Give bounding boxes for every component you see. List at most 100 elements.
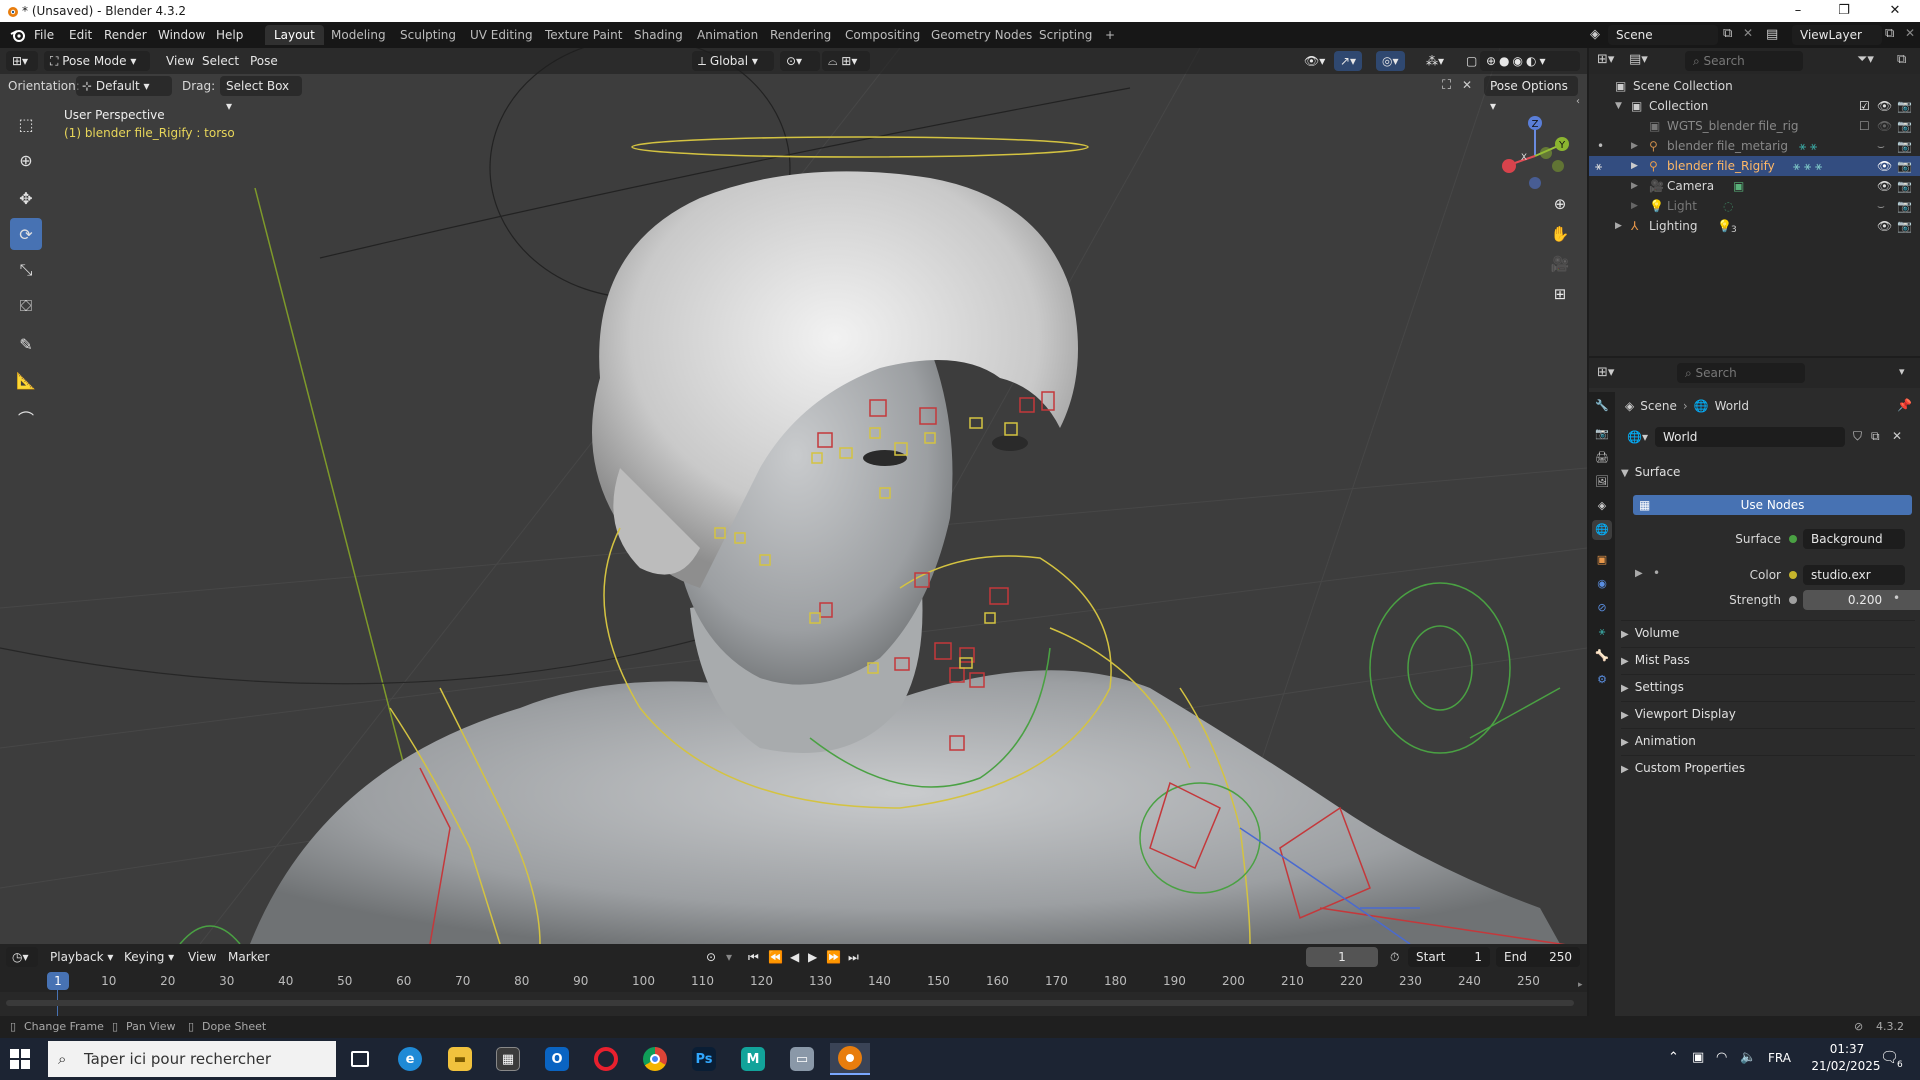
current-frame-field[interactable]: 1 bbox=[1306, 947, 1378, 967]
color-expand-chevron-icon[interactable]: ▶ bbox=[1635, 568, 1643, 579]
show-hidden-icons-chevron-icon[interactable]: ⌃ bbox=[1668, 1050, 1679, 1065]
outliner-row-lighting[interactable]: ▶ ⅄ Lighting 💡 3 👁 📷 bbox=[1589, 216, 1920, 236]
end-frame-field[interactable]: End 250 bbox=[1496, 947, 1580, 967]
expand-chevron-icon[interactable]: ▶ bbox=[1631, 196, 1638, 216]
blender-menu-icon[interactable] bbox=[10, 28, 26, 42]
render-camera-icon[interactable]: 📷 bbox=[1897, 116, 1912, 136]
properties-editor-type-icon[interactable]: ⊞▾ bbox=[1597, 365, 1614, 380]
relax-pose-icon[interactable]: ⌒ bbox=[10, 402, 42, 434]
menu-window[interactable]: Window bbox=[158, 28, 205, 42]
editor-type-icon[interactable]: ⊞▾ bbox=[6, 51, 38, 71]
visibility-icon[interactable]: 👁▾ bbox=[1298, 51, 1331, 71]
tab-layout[interactable]: Layout bbox=[265, 25, 324, 45]
gizmo-x-axis[interactable] bbox=[1502, 159, 1516, 173]
add-workspace-button[interactable]: + bbox=[1096, 25, 1124, 45]
color-texture-field[interactable]: studio.exr bbox=[1803, 565, 1905, 585]
menu-edit[interactable]: Edit bbox=[69, 28, 92, 42]
close-window-button[interactable]: ✕ bbox=[1872, 0, 1918, 22]
timeline-view-menu[interactable]: View bbox=[182, 947, 222, 967]
tab-sculpting[interactable]: Sculpting bbox=[391, 25, 465, 45]
transform-icon[interactable]: ⛋ bbox=[10, 290, 42, 322]
tab-uv-editing[interactable]: UV Editing bbox=[461, 25, 542, 45]
select-box-icon[interactable]: ⬚ bbox=[10, 108, 42, 140]
pose-mode-indicator-icon[interactable]: ⚹ bbox=[1595, 156, 1602, 176]
outliner-row-light[interactable]: ▶ 💡 Light ◌ ⌣ 📷 bbox=[1589, 196, 1920, 216]
drag-dropdown[interactable]: Select Box ▾ bbox=[220, 76, 302, 113]
object-tab-icon[interactable]: ▣ bbox=[1592, 550, 1612, 570]
outliner-row-camera[interactable]: ▶ 🎥 Camera ▣ 👁 📷 bbox=[1589, 176, 1920, 196]
world-name-field[interactable]: World bbox=[1655, 427, 1845, 447]
gizmo-toggle-icon[interactable]: ↗▾ bbox=[1334, 51, 1363, 71]
pose-options-dropdown[interactable]: Pose Options ▾ bbox=[1484, 76, 1578, 113]
expand-chevron-icon[interactable]: ▶ bbox=[1615, 216, 1622, 236]
volume-icon[interactable]: 🔈 bbox=[1740, 1050, 1756, 1065]
eye-icon[interactable]: 👁 bbox=[1877, 116, 1892, 136]
restore-button[interactable]: ❐ bbox=[1821, 0, 1867, 22]
collapse-sidebar-icon[interactable]: ‹ bbox=[1576, 96, 1580, 107]
app-window-icon[interactable]: ▭ bbox=[782, 1043, 822, 1075]
scene-selector[interactable]: Scene bbox=[1608, 25, 1718, 45]
hidden-eye-icon[interactable]: ⌣ bbox=[1877, 196, 1885, 216]
transform-affect-icon[interactable]: ⛶ bbox=[1442, 78, 1451, 93]
surface-shader-field[interactable]: Background bbox=[1803, 529, 1905, 549]
windows-start-icon[interactable] bbox=[10, 1049, 30, 1072]
keying-options-icon[interactable]: ▾ bbox=[720, 947, 738, 967]
outliner-row-metarig[interactable]: • ▶ ⚲ blender file_metarig ⚹ ⚹ ⌣ 📷 bbox=[1589, 136, 1920, 156]
expand-chevron-icon[interactable]: ▶ bbox=[1631, 156, 1638, 176]
rotate-icon[interactable]: ⟳ bbox=[10, 218, 42, 250]
marker-menu[interactable]: Marker bbox=[222, 947, 275, 967]
strength-field[interactable]: 0.200 bbox=[1803, 590, 1920, 610]
outlook-icon[interactable]: O bbox=[537, 1043, 577, 1075]
menu-view[interactable]: View bbox=[160, 51, 200, 71]
object-data-tab-icon[interactable]: ⚹ bbox=[1592, 622, 1612, 642]
edge-browser-icon[interactable]: e bbox=[390, 1043, 430, 1075]
view-layer-selector[interactable]: ViewLayer bbox=[1792, 25, 1882, 45]
volume-panel-header[interactable]: ▶ Volume bbox=[1621, 620, 1915, 644]
outliner-row-scene-collection[interactable]: ▣ Scene Collection bbox=[1589, 76, 1920, 96]
keying-menu[interactable]: Keying ▾ bbox=[118, 947, 180, 967]
tool-tab-icon[interactable]: 🔧 bbox=[1592, 396, 1612, 416]
orientation-dropdown[interactable]: ⊹ Default ▾ bbox=[76, 76, 172, 96]
surface-panel-header[interactable]: ▼ Surface bbox=[1621, 460, 1915, 484]
perspective-toggle-icon[interactable]: ⊞ bbox=[1546, 280, 1574, 308]
task-view-icon[interactable] bbox=[340, 1043, 380, 1075]
expand-chevron-icon[interactable]: ▶ bbox=[1631, 136, 1638, 156]
jump-end-icon[interactable]: ⏭ bbox=[842, 947, 865, 967]
delete-view-layer-icon[interactable]: ✕ bbox=[1905, 26, 1915, 40]
overlays-toggle-icon[interactable]: ◎▾ bbox=[1376, 51, 1405, 71]
render-camera-icon[interactable]: 📷 bbox=[1897, 196, 1912, 216]
new-collection-icon[interactable]: ⧉ bbox=[1897, 52, 1906, 67]
bone-tab-icon[interactable]: 🦴 bbox=[1592, 646, 1612, 666]
scroll-right-icon[interactable]: ▸ bbox=[1578, 980, 1583, 990]
chrome-browser-icon[interactable] bbox=[635, 1043, 675, 1075]
animation-panel-header[interactable]: ▶ Animation bbox=[1621, 728, 1915, 752]
eye-icon[interactable]: 👁 bbox=[1877, 96, 1892, 116]
render-camera-icon[interactable]: 📷 bbox=[1897, 136, 1912, 156]
preview-range-clock-icon[interactable]: ⏱ bbox=[1384, 947, 1405, 967]
tab-animation[interactable]: Animation bbox=[688, 25, 767, 45]
duplicate-world-icon[interactable]: ⧉ bbox=[1871, 429, 1880, 444]
physics-tab-icon[interactable]: ◉ bbox=[1592, 574, 1612, 594]
eye-icon[interactable]: 👁 bbox=[1877, 156, 1892, 176]
view-layer-tab-icon[interactable]: 🖼 bbox=[1592, 472, 1612, 492]
new-scene-icon[interactable]: ⧉ bbox=[1723, 26, 1732, 41]
tab-modeling[interactable]: Modeling bbox=[322, 25, 395, 45]
delete-scene-icon[interactable]: ✕ bbox=[1743, 26, 1753, 40]
world-tab-icon[interactable]: 🌐 bbox=[1592, 520, 1612, 540]
timeline-editor-type-icon[interactable]: ◷▾ bbox=[6, 947, 38, 967]
xray-bone-icon[interactable]: ⁂▾ bbox=[1420, 51, 1450, 71]
new-view-layer-icon[interactable]: ⧉ bbox=[1885, 26, 1894, 41]
clock-time[interactable]: 01:37 bbox=[1812, 1042, 1882, 1056]
display-mode-icon[interactable]: ▤▾ bbox=[1629, 52, 1648, 67]
opera-browser-icon[interactable] bbox=[586, 1043, 626, 1075]
settings-panel-header[interactable]: ▶ Settings bbox=[1621, 674, 1915, 698]
menu-render[interactable]: Render bbox=[104, 28, 147, 42]
filter-icon[interactable]: ⏷▾ bbox=[1857, 52, 1874, 67]
fake-user-shield-icon[interactable]: ⛉ bbox=[1853, 429, 1862, 444]
properties-search-input[interactable]: ⌕ Search bbox=[1677, 363, 1805, 383]
tab-scripting[interactable]: Scripting bbox=[1030, 25, 1101, 45]
eye-icon[interactable]: 👁 bbox=[1877, 216, 1892, 236]
close-affect-icon[interactable]: ✕ bbox=[1462, 78, 1472, 92]
exclude-checkbox-icon[interactable]: ☐ bbox=[1859, 116, 1870, 136]
scene-tab-icon[interactable]: ◈ bbox=[1592, 496, 1612, 516]
